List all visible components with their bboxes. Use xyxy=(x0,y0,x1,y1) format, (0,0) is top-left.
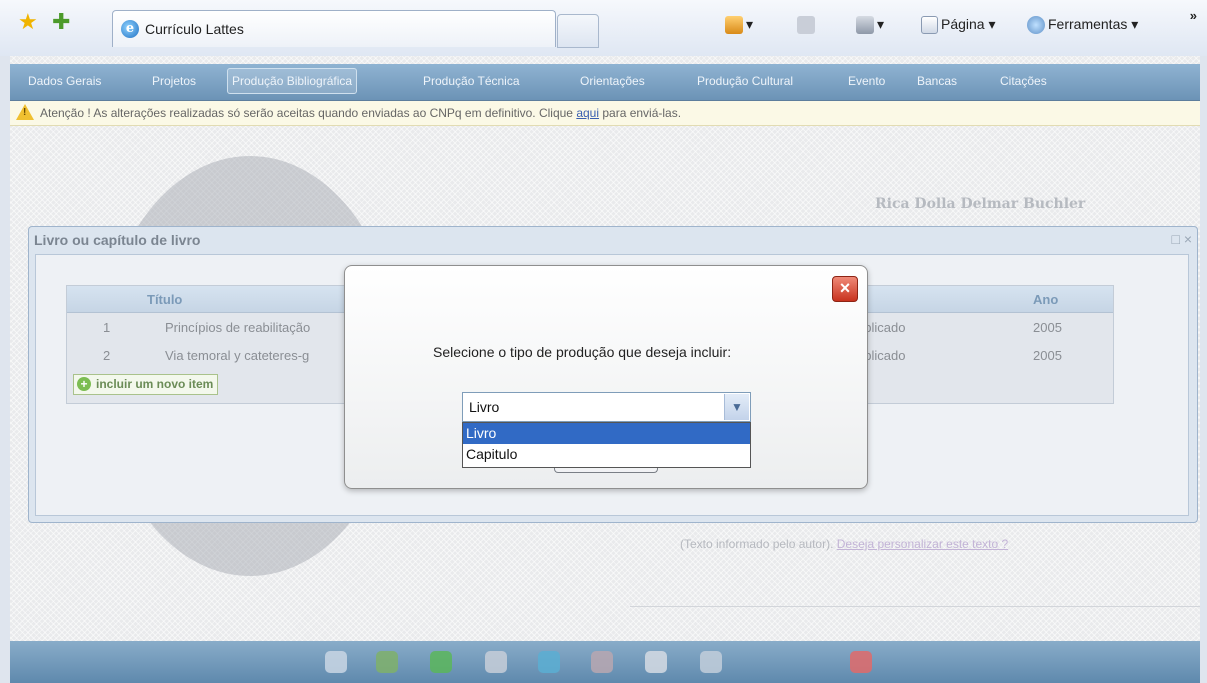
row-index: 1 xyxy=(103,320,111,335)
browser-toolbar: ★ ✚ e Currículo Lattes ▾ ▾ Página ▾ Ferr… xyxy=(0,0,1207,57)
row-title[interactable]: Princípios de reabilitação xyxy=(165,320,310,335)
panel-window-controls[interactable]: □ × xyxy=(1171,231,1192,247)
globe-icon[interactable] xyxy=(376,651,398,673)
close-icon[interactable]: × xyxy=(832,276,858,302)
power-icon[interactable] xyxy=(850,651,872,673)
print-button[interactable]: ▾ xyxy=(856,16,884,35)
row-year: 2005 xyxy=(1033,320,1062,335)
customize-text-link[interactable]: Deseja personalizar este texto ? xyxy=(837,537,1008,551)
alert-bar: ! Atenção ! As alterações realizadas só … xyxy=(10,101,1200,126)
print-dropdown[interactable]: ▾ xyxy=(877,16,884,32)
tools-menu[interactable]: Ferramentas ▾ xyxy=(1027,16,1139,35)
option-livro[interactable]: Livro xyxy=(463,423,750,444)
owner-name: Rica Dolla Delmar Buchler xyxy=(875,196,1086,212)
star-icon[interactable]: ★ xyxy=(18,11,38,33)
window-frame-right xyxy=(1200,56,1207,683)
warning-icon: ! xyxy=(16,104,34,120)
tab-title: Currículo Lattes xyxy=(145,21,244,37)
gear-icon xyxy=(1027,16,1045,35)
row-index: 2 xyxy=(103,348,111,363)
select-dropdown-list: Livro Capitulo xyxy=(462,422,751,468)
add-item-label: incluir um novo item xyxy=(96,377,214,391)
alert-send-link[interactable]: aqui xyxy=(576,106,599,120)
alert-text-before: Atenção ! As alterações realizadas só se… xyxy=(40,106,577,120)
nav-citacoes[interactable]: Citações xyxy=(1000,74,1047,88)
row-title[interactable]: Via temoral y cateteres-g xyxy=(165,348,309,363)
nav-dados-gerais[interactable]: Dados Gerais xyxy=(28,74,101,88)
tools-menu-label: Ferramentas ▾ xyxy=(1048,16,1139,32)
nav-bancas[interactable]: Bancas xyxy=(917,74,957,88)
nav-projetos[interactable]: Projetos xyxy=(152,74,196,88)
feeds-button[interactable] xyxy=(797,16,818,35)
select-value: Livro xyxy=(469,399,500,415)
author-text: (Texto informado pelo autor). xyxy=(680,537,834,551)
page-menu-label: Página ▾ xyxy=(941,16,996,32)
printer-icon[interactable] xyxy=(485,651,507,673)
home-icon xyxy=(725,16,743,35)
windows-icon[interactable] xyxy=(700,651,722,673)
browser-tab-active[interactable]: e Currículo Lattes xyxy=(112,10,556,47)
people-icon[interactable] xyxy=(591,651,613,673)
internet-explorer-icon: e xyxy=(121,20,139,38)
column-year[interactable]: Ano xyxy=(1033,292,1058,307)
star-plus-icon[interactable]: ✚ xyxy=(52,11,70,33)
production-type-select[interactable]: Livro ▼ xyxy=(462,392,751,422)
production-type-dialog: × Selecione o tipo de produção que desej… xyxy=(344,265,868,489)
home-button[interactable]: ▾ xyxy=(725,16,753,35)
page-icon xyxy=(921,16,938,35)
nav-orientacoes[interactable]: Orientações xyxy=(580,74,645,88)
bottom-toolbar xyxy=(10,641,1200,683)
main-nav: Dados Gerais Projetos Produção Bibliográ… xyxy=(10,64,1200,101)
plus-circle-icon: + xyxy=(77,377,91,391)
window-frame-left xyxy=(0,56,10,683)
alert-text-after: para enviá-las. xyxy=(599,106,682,120)
sync-icon[interactable] xyxy=(538,651,560,673)
panel-title: Livro ou capítulo de livro xyxy=(34,232,201,248)
option-capitulo[interactable]: Capitulo xyxy=(463,444,750,465)
nav-producao-bibliografica[interactable]: Produção Bibliográfica xyxy=(227,68,358,94)
new-tab-button[interactable] xyxy=(557,14,599,48)
home-dropdown[interactable]: ▾ xyxy=(746,16,753,32)
tools-icon[interactable] xyxy=(325,651,347,673)
add-item-button[interactable]: + incluir um novo item xyxy=(73,374,219,395)
nav-producao-tecnica[interactable]: Produção Técnica xyxy=(423,74,520,88)
nav-producao-cultural[interactable]: Produção Cultural xyxy=(697,74,793,88)
alert-text: Atenção ! As alterações realizadas só se… xyxy=(40,106,681,120)
page-menu[interactable]: Página ▾ xyxy=(921,16,996,35)
row-year: 2005 xyxy=(1033,348,1062,363)
rss-icon xyxy=(797,16,815,35)
document-icon[interactable] xyxy=(645,651,667,673)
author-text-note: (Texto informado pelo autor). Deseja per… xyxy=(680,537,1008,551)
refresh-icon[interactable] xyxy=(430,651,452,673)
divider xyxy=(630,606,1200,607)
chevron-down-icon[interactable]: ▼ xyxy=(724,394,749,420)
column-title[interactable]: Título xyxy=(147,292,182,307)
nav-evento[interactable]: Evento xyxy=(848,74,885,88)
more-tools-chevron[interactable]: » xyxy=(1190,8,1197,23)
printer-icon xyxy=(856,16,874,35)
dialog-prompt: Selecione o tipo de produção que deseja … xyxy=(433,344,732,360)
